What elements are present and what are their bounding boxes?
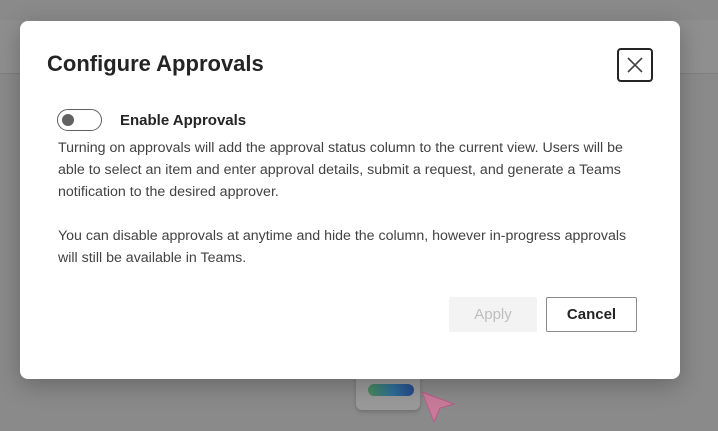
illustration-bar <box>368 384 414 396</box>
configure-approvals-dialog: Configure Approvals Enable Approvals Tur… <box>20 21 680 379</box>
close-icon <box>627 57 643 73</box>
close-button[interactable] <box>617 48 653 82</box>
enable-approvals-row: Enable Approvals <box>57 109 246 131</box>
approvals-description: Turning on approvals will add the approv… <box>58 140 623 200</box>
approvals-disable-note: You can disable approvals at anytime and… <box>58 228 627 266</box>
enable-approvals-toggle[interactable] <box>57 109 102 131</box>
cancel-button[interactable]: Cancel <box>546 297 637 332</box>
enable-approvals-label: Enable Approvals <box>120 111 247 129</box>
cursor-illustration-icon <box>421 391 456 424</box>
apply-button[interactable]: Apply <box>449 297 537 332</box>
dialog-title: Configure Approvals <box>47 51 264 76</box>
toggle-knob <box>62 114 74 126</box>
